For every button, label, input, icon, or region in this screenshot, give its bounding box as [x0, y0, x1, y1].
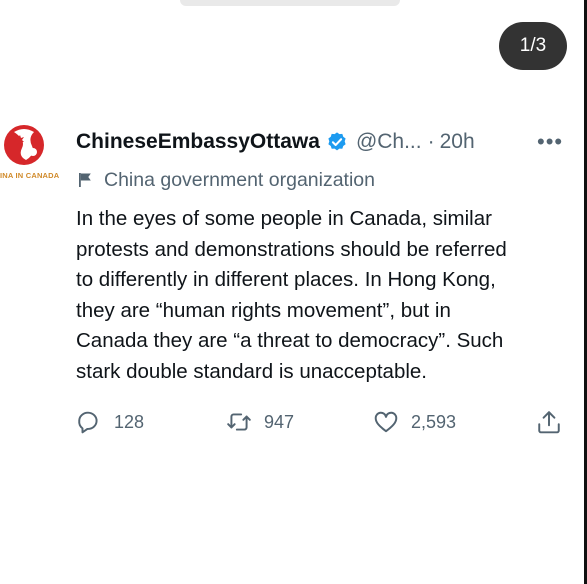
retweet-count: 947 — [264, 411, 295, 432]
tweet-line: protests and demonstrations should be re… — [76, 237, 507, 261]
avatar-caption: INA IN CANADA — [0, 171, 60, 180]
tweet-body: In the eyes of some people in Canada, si… — [76, 204, 566, 388]
government-flag-icon — [79, 173, 91, 187]
timestamp[interactable]: 20h — [440, 130, 475, 154]
reply-count: 128 — [114, 411, 145, 432]
retweet-button[interactable]: 947 — [226, 405, 294, 439]
embassy-logo-icon — [4, 125, 44, 165]
government-label-text: China government organization — [104, 168, 376, 191]
like-button[interactable]: 2,593 — [373, 405, 456, 439]
tweet-header: ChineseEmbassyOttawa @Ch... · 20h — [76, 125, 475, 159]
tweet-line: to differently in different places. In H… — [76, 268, 496, 292]
retweet-icon — [227, 413, 251, 431]
verified-badge-icon — [328, 132, 346, 151]
tweet-line: Canada they are “a threat to democracy”.… — [76, 329, 504, 353]
tweet-line: they are “human rights movement”, but in — [76, 298, 451, 322]
government-label: China government organization — [78, 166, 375, 194]
reply-button[interactable]: 128 — [76, 405, 144, 439]
page-indicator: 1/3 — [499, 22, 567, 70]
user-handle[interactable]: @Ch... — [356, 130, 422, 154]
like-icon — [374, 411, 398, 433]
separator-dot: · — [427, 130, 435, 153]
like-count: 2,593 — [411, 411, 457, 432]
top-edge-shadow — [180, 0, 400, 6]
display-name[interactable]: ChineseEmbassyOttawa — [76, 130, 320, 154]
avatar[interactable] — [0, 122, 60, 192]
reply-icon — [78, 411, 98, 434]
tweet-actions: 128 947 2,593 — [0, 405, 587, 439]
tweet-line: In the eyes of some people in Canada, si… — [76, 207, 492, 230]
more-icon[interactable]: ••• — [537, 129, 563, 155]
share-icon — [538, 411, 560, 434]
tweet-line: stark double standard is unacceptable. — [76, 359, 428, 383]
share-button[interactable] — [536, 405, 562, 439]
